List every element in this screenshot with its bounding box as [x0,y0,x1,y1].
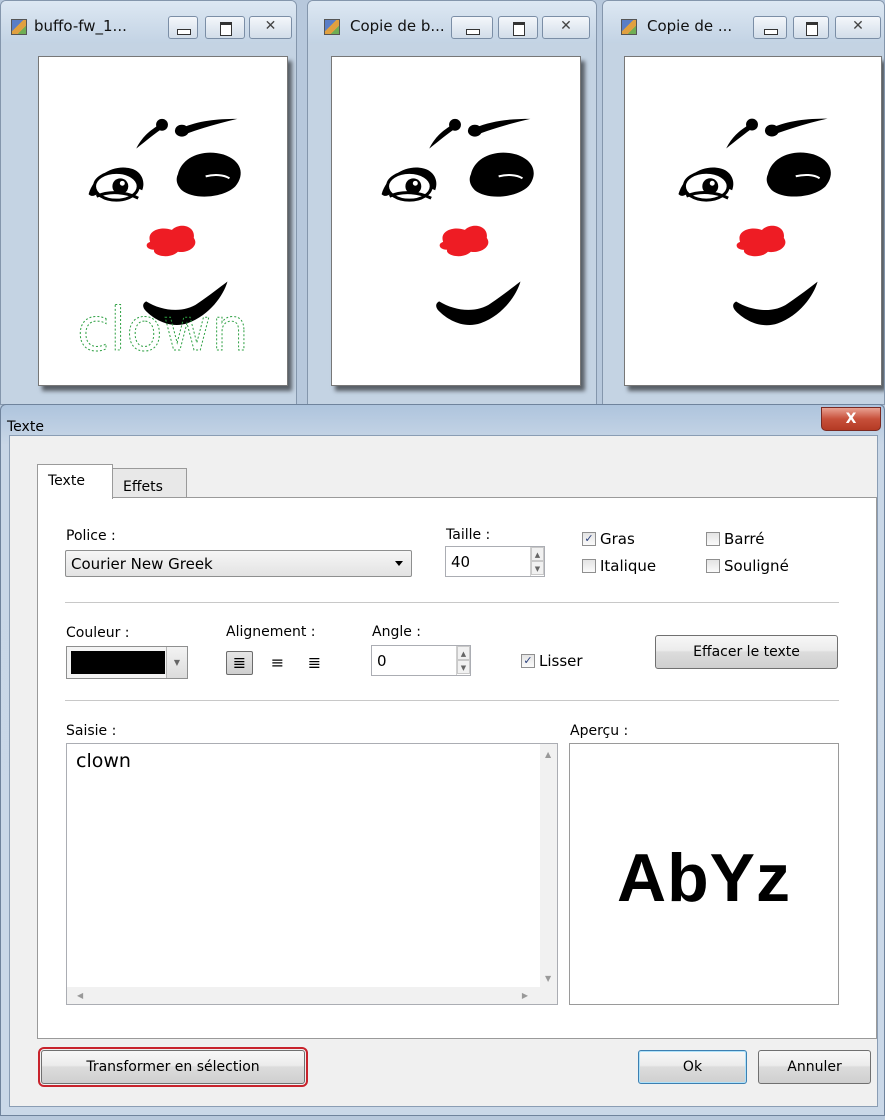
maximize-button[interactable] [205,16,245,39]
clown-face-image [332,57,580,385]
maximize-button[interactable] [793,16,829,39]
chevron-down-icon[interactable]: ▼ [166,647,187,678]
scroll-down-icon[interactable]: ▼ [545,974,551,983]
spin-up-icon[interactable]: ▲ [457,646,470,660]
dialog-title: Texte [7,419,44,435]
police-label: Police : [66,528,116,544]
checkbox-box [706,559,720,573]
apercu-label: Aperçu : [570,723,629,739]
checkbox-box [582,559,596,573]
couleur-label: Couleur : [66,625,130,641]
angle-label: Angle : [372,624,422,640]
lisser-checkbox[interactable]: ✓ Lisser [521,652,583,670]
tab-texte-label: Texte [48,473,85,489]
barre-checkbox[interactable]: Barré [706,530,764,548]
texte-dialog: Texte X Texte Effets Police : Courier Ne… [0,404,885,1116]
image-window-3[interactable]: Copie de ... [602,0,885,405]
clown-face-image [625,57,881,385]
souligne-checkbox[interactable]: Souligné [706,557,789,575]
police-select[interactable]: Courier New Greek [65,550,412,577]
souligne-label: Souligné [724,557,789,575]
annuler-button[interactable]: Annuler [758,1050,871,1084]
minimize-button[interactable] [451,16,493,39]
chevron-down-icon [395,561,403,566]
spin-up-icon[interactable]: ▲ [531,547,544,561]
image-window-1[interactable]: buffo-fw_1... clown [0,0,297,405]
saisie-label: Saisie : [66,723,117,739]
close-button[interactable] [542,16,590,39]
image-app-icon [621,19,637,35]
tab-effets-label: Effets [123,479,163,495]
scrollbar-corner [540,987,557,1004]
transformer-en-selection-button[interactable]: Transformer en sélection [38,1047,308,1087]
ok-button[interactable]: Ok [638,1050,747,1084]
check-icon: ✓ [521,654,535,668]
image-window-1-titlebar[interactable]: buffo-fw_1... [1,1,296,43]
separator [65,700,839,701]
image-canvas-1[interactable]: clown [38,56,288,386]
tab-effets[interactable]: Effets [112,468,187,498]
checkbox-box [706,532,720,546]
image-window-2[interactable]: Copie de b... [307,0,597,405]
check-icon: ✓ [582,532,596,546]
police-value: Courier New Greek [71,555,213,573]
image-canvas-3[interactable] [624,56,882,386]
image-app-icon [324,19,340,35]
saisie-value: clown [76,750,131,772]
alignement-label: Alignement : [226,624,316,640]
taille-label: Taille : [446,527,491,543]
gras-label: Gras [600,530,635,548]
dialog-close-button[interactable]: X [821,407,881,431]
spin-down-icon[interactable]: ▼ [531,561,544,575]
vertical-scrollbar[interactable]: ▲ ▼ [540,744,557,989]
taille-spinner[interactable]: 40 ▲ ▼ [445,546,545,577]
minimize-button[interactable] [753,16,787,39]
image-window-2-title: Copie de b... [350,17,445,35]
angle-value: 0 [377,652,387,670]
preview-sample-text: AbYz [617,840,791,916]
spin-down-icon[interactable]: ▼ [457,660,470,674]
image-window-1-title: buffo-fw_1... [34,17,127,35]
lisser-label: Lisser [539,652,583,670]
scroll-left-icon[interactable]: ◀ [77,991,83,1000]
align-center-icon[interactable]: ≡ [264,651,291,675]
close-button[interactable] [249,16,292,39]
saisie-textarea[interactable]: clown ▲ ▼ ◀ ▶ [66,743,558,1005]
image-window-3-titlebar[interactable]: Copie de ... [603,1,884,43]
clown-face-image: clown [76,57,250,365]
image-window-2-titlebar[interactable]: Copie de b... [308,1,596,43]
maximize-button[interactable] [498,16,538,39]
scroll-right-icon[interactable]: ▶ [522,991,528,1000]
image-app-icon [11,19,27,35]
align-left-icon[interactable]: ≣ [226,651,253,675]
minimize-button[interactable] [168,16,198,39]
barre-label: Barré [724,530,765,548]
close-button[interactable] [835,16,881,39]
scroll-up-icon[interactable]: ▲ [545,750,551,759]
gras-checkbox[interactable]: ✓ Gras [582,530,635,548]
separator [65,602,839,603]
tab-texte[interactable]: Texte [37,464,113,499]
color-swatch [71,651,165,674]
taille-value: 40 [451,553,471,571]
apercu-preview: AbYz [569,743,839,1005]
angle-spinner[interactable]: 0 ▲ ▼ [371,645,471,676]
italique-label: Italique [600,557,657,575]
horizontal-scrollbar[interactable]: ◀ ▶ [67,987,540,1004]
image-window-3-title: Copie de ... [647,17,733,35]
effacer-texte-button[interactable]: Effacer le texte [655,635,838,669]
align-right-icon[interactable]: ≣ [301,651,328,675]
italique-checkbox[interactable]: Italique [582,557,656,575]
image-canvas-2[interactable] [331,56,581,386]
clown-text-selection: clown [77,296,249,365]
couleur-picker[interactable]: ▼ [66,646,188,679]
